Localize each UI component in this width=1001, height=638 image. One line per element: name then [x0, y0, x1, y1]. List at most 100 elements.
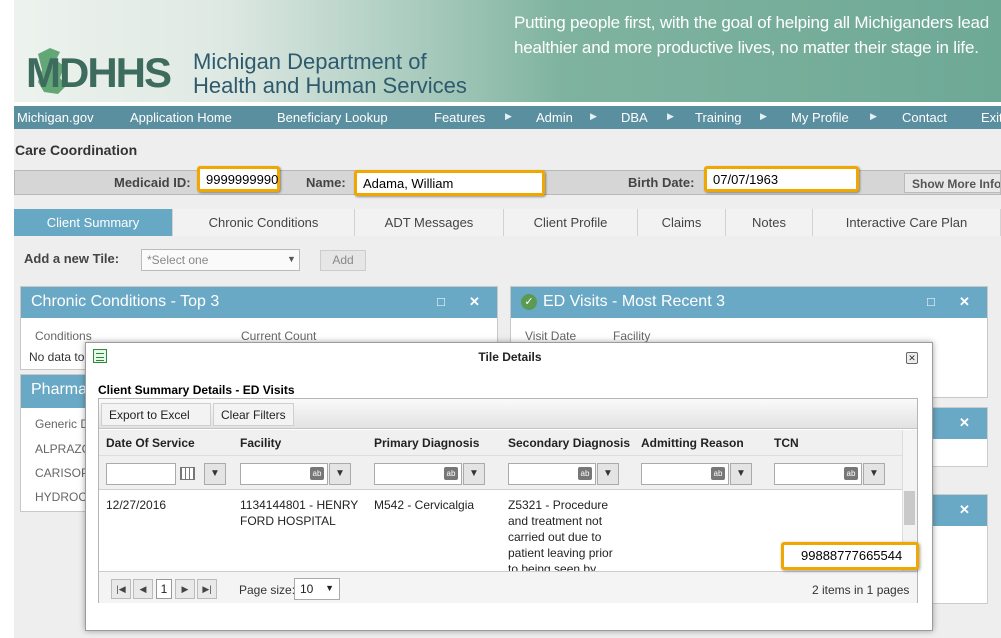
- close-icon[interactable]: ✕: [959, 415, 970, 431]
- filter-icon[interactable]: ▼: [329, 463, 351, 485]
- cell-tcn[interactable]: 99888777665544: [781, 542, 919, 570]
- birth-date-label: Birth Date:: [628, 175, 695, 190]
- list-item: CARISOP: [35, 466, 90, 480]
- nav-item-michigan-gov[interactable]: Michigan.gov: [17, 110, 94, 125]
- birth-date-field[interactable]: 07/07/1963: [704, 166, 859, 192]
- column-header-tcn[interactable]: TCN: [774, 436, 799, 450]
- restore-icon[interactable]: □: [437, 294, 445, 309]
- logo-line-2: Health and Human Services: [193, 73, 467, 98]
- tagline: Putting people first, with the goal of h…: [514, 10, 994, 60]
- previous-page-icon[interactable]: ◀: [133, 579, 153, 599]
- tile-select[interactable]: *Select one: [141, 249, 300, 271]
- page-size-select[interactable]: 10 ▼: [294, 578, 340, 600]
- nav-item-admin[interactable]: Admin: [536, 110, 573, 125]
- chevron-down-icon: ▼: [325, 583, 334, 593]
- column-header-admitting-reason[interactable]: Admitting Reason: [641, 436, 744, 450]
- current-page[interactable]: 1: [156, 579, 172, 599]
- filter-icon[interactable]: ▼: [863, 463, 885, 485]
- column-header-current-count: Current Count: [241, 329, 317, 343]
- filter-icon[interactable]: ▼: [597, 463, 619, 485]
- nav-item-my-profile[interactable]: My Profile: [791, 110, 849, 125]
- cell-line: Z5321 - Procedure: [508, 498, 609, 512]
- close-icon[interactable]: ✕: [959, 294, 970, 310]
- next-page-icon[interactable]: ▶: [175, 579, 195, 599]
- name-field[interactable]: Adama, William: [354, 170, 545, 196]
- tab-client-summary[interactable]: Client Summary: [14, 209, 173, 236]
- tile-title: ED Visits - Most Recent 3: [543, 293, 725, 310]
- tile-header: Chronic Conditions - Top 3: [21, 287, 497, 318]
- close-icon[interactable]: ✕: [469, 294, 480, 310]
- column-header-facility[interactable]: Facility: [240, 436, 281, 450]
- cell-line: carried out due to: [508, 530, 602, 544]
- cell-line: patient leaving prior: [508, 546, 613, 560]
- site-header: MDHHS Michigan Department of Health and …: [0, 0, 1001, 102]
- export-to-excel-button[interactable]: Export to Excel X: [101, 403, 211, 446]
- filter-icon[interactable]: ▼: [463, 463, 485, 485]
- tab-notes[interactable]: Notes: [726, 209, 813, 236]
- tab-bar: Client Summary Chronic Conditions ADT Me…: [14, 209, 1001, 236]
- filter-icon[interactable]: ▼: [730, 463, 752, 485]
- nav-item-exit[interactable]: Exit: [981, 110, 1001, 125]
- nav-arrow-icon: ▶: [590, 111, 597, 121]
- add-tile-label: Add a new Tile:: [24, 251, 120, 266]
- nav-item-training[interactable]: Training: [695, 110, 741, 125]
- nav-item-contact[interactable]: Contact: [902, 110, 947, 125]
- tagline-line-1: Putting people first, with the goal of h…: [514, 13, 989, 32]
- text-filter-icon: ab: [444, 467, 458, 480]
- cell-line: FORD HOSPITAL: [240, 514, 336, 528]
- grid-pager: |◀ ◀ 1 ▶ ▶| Page size: 10 ▼ 2 items in 1…: [99, 571, 917, 603]
- ed-visits-grid: Export to Excel X Clear Filters Date Of …: [98, 398, 919, 603]
- text-filter-icon: ab: [310, 467, 324, 480]
- column-header-date-of-service[interactable]: Date Of Service: [106, 436, 195, 450]
- page-size-label: Page size:: [239, 583, 296, 597]
- tab-client-profile[interactable]: Client Profile: [504, 209, 638, 236]
- nav-item-features[interactable]: Features: [434, 110, 485, 125]
- text-filter-icon: ab: [844, 467, 858, 480]
- close-icon[interactable]: ✕: [959, 502, 970, 518]
- grid-header-row: Date Of Service Facility Primary Diagnos…: [99, 430, 917, 456]
- show-more-info-button[interactable]: Show More Info: [904, 173, 1001, 193]
- clear-filters-button[interactable]: Clear Filters: [213, 403, 294, 426]
- nav-item-beneficiary-lookup[interactable]: Beneficiary Lookup: [277, 110, 388, 125]
- window-icon: [93, 349, 107, 363]
- logo-short[interactable]: MDHHS: [26, 52, 172, 94]
- no-data-text: No data to: [29, 350, 85, 364]
- tab-claims[interactable]: Claims: [638, 209, 726, 236]
- calendar-icon[interactable]: [180, 467, 195, 480]
- nav-item-dba[interactable]: DBA: [621, 110, 648, 125]
- tile-title: Chronic Conditions - Top 3: [31, 293, 220, 310]
- filter-icon[interactable]: ▼: [204, 463, 226, 485]
- last-page-icon[interactable]: ▶|: [197, 579, 217, 599]
- tab-adt-messages[interactable]: ADT Messages: [355, 209, 504, 236]
- medicaid-id-field[interactable]: 9999999990: [197, 166, 280, 192]
- text-filter-icon: ab: [578, 467, 592, 480]
- tagline-line-2: healthier and more productive lives, no …: [514, 38, 979, 57]
- tile-right-partial: ✕: [928, 407, 988, 467]
- restore-icon[interactable]: □: [927, 294, 935, 309]
- tile-details-dialog: Tile Details ✕ Client Summary Details - …: [85, 342, 933, 631]
- scrollbar-thumb[interactable]: [904, 491, 915, 525]
- main-nav: Michigan.gov Application Home Beneficiar…: [14, 106, 1001, 129]
- tab-chronic-conditions[interactable]: Chronic Conditions: [173, 209, 355, 236]
- dialog-close-icon[interactable]: ✕: [906, 352, 918, 364]
- grid-toolbar: Export to Excel X Clear Filters: [99, 399, 917, 446]
- column-header-secondary-diagnosis[interactable]: Secondary Diagnosis: [508, 436, 630, 450]
- tile-title: Pharma: [31, 381, 88, 398]
- list-item: ALPRAZO: [35, 442, 92, 456]
- grid-filter-row: ▼ ab ▼ ab ▼ ab ▼ ab ▼ ab ▼: [99, 456, 917, 490]
- column-header-primary-diagnosis[interactable]: Primary Diagnosis: [374, 436, 479, 450]
- text-filter-icon: ab: [711, 467, 725, 480]
- cell-line: to being seen by: [508, 562, 597, 571]
- nav-arrow-icon: ▶: [760, 111, 767, 121]
- cell-line: 1134144801 - HENRY: [240, 498, 359, 512]
- nav-item-application-home[interactable]: Application Home: [130, 110, 232, 125]
- cell-line: and treatment not: [508, 514, 603, 528]
- chevron-down-icon[interactable]: ▼: [287, 254, 296, 264]
- tab-interactive-care-plan[interactable]: Interactive Care Plan: [813, 209, 1001, 236]
- first-page-icon[interactable]: |◀: [111, 579, 131, 599]
- grid-caption: Client Summary Details - ED Visits: [98, 383, 295, 397]
- column-header-generic: Generic D: [35, 417, 90, 431]
- add-tile-button[interactable]: Add: [320, 250, 366, 271]
- logo-line-1: Michigan Department of: [193, 49, 427, 74]
- date-filter-input[interactable]: [106, 463, 176, 485]
